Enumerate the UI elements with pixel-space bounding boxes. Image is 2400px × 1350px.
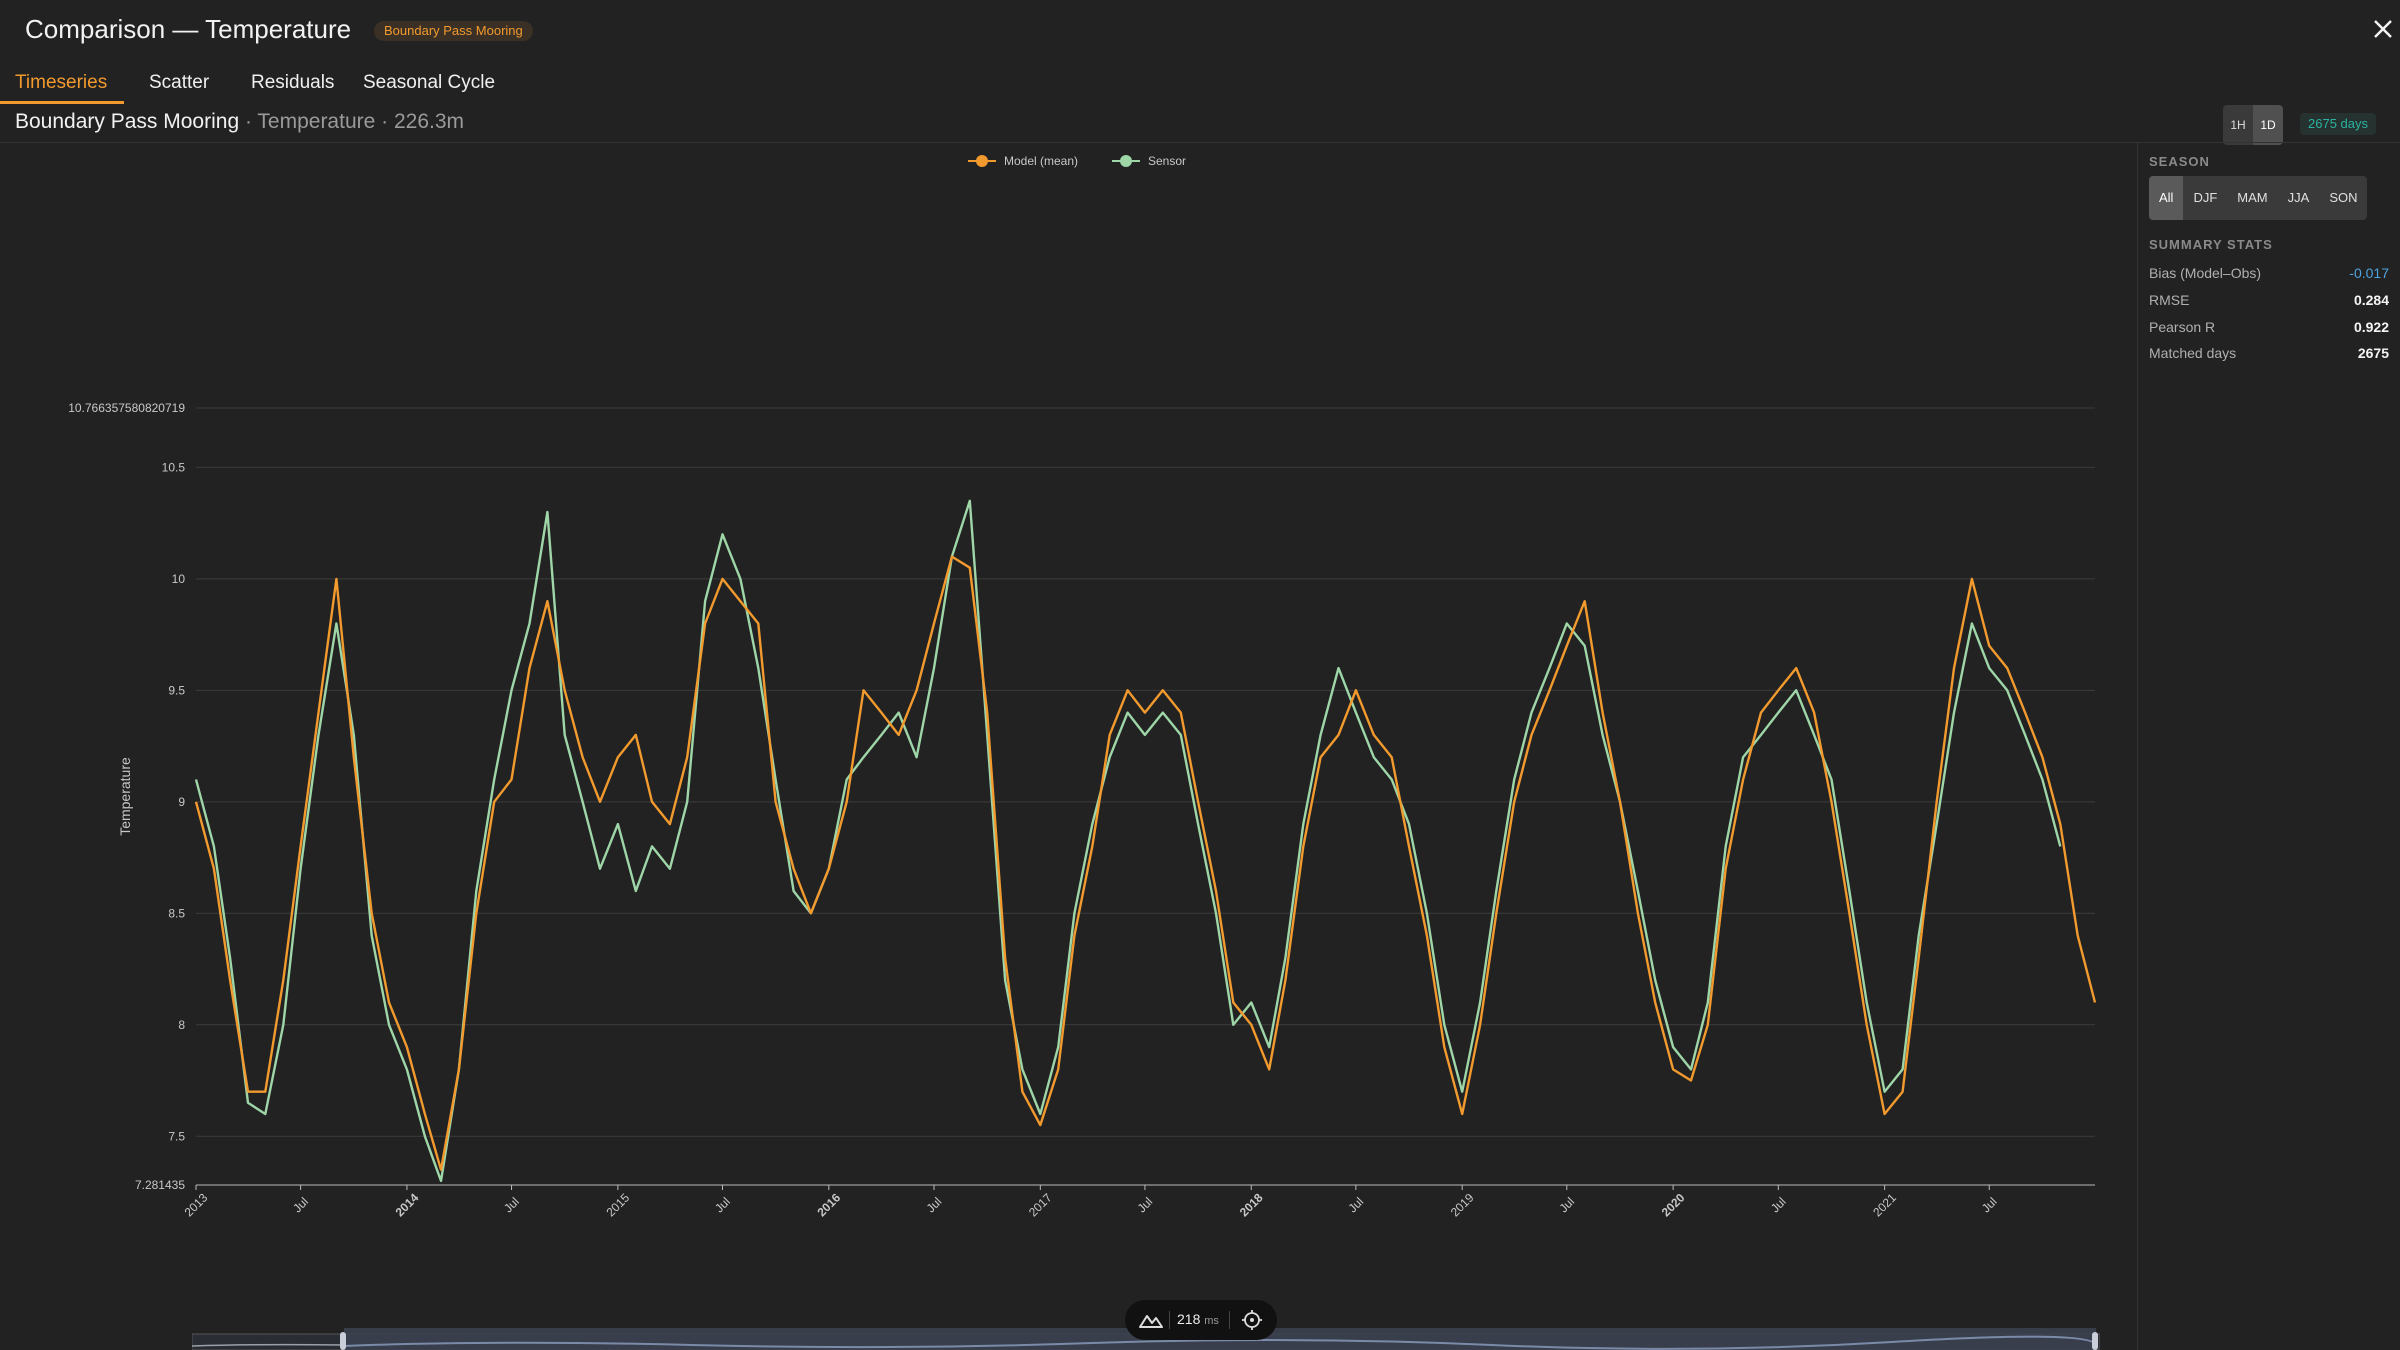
- season-label: SEASON: [2149, 154, 2210, 169]
- stat-value: -0.017: [2349, 265, 2389, 281]
- stat-row-pearson: Pearson R 0.922: [2149, 319, 2389, 343]
- timer-value: 218: [1177, 1311, 1201, 1327]
- x-tick-label: 2017: [1026, 1190, 1055, 1219]
- x-tick-label: 2018: [1237, 1190, 1266, 1219]
- legend-label-model: Model (mean): [1004, 154, 1078, 168]
- stat-value: 0.284: [2353, 292, 2389, 308]
- stat-value: 2675: [2357, 345, 2389, 361]
- mountain-icon: [1139, 1315, 1163, 1328]
- tab-timeseries[interactable]: Timeseries: [15, 72, 107, 94]
- y-tick-label: 7.281435: [135, 1178, 185, 1192]
- legend-marker: [976, 155, 988, 167]
- station-name: Boundary Pass Mooring: [15, 110, 240, 133]
- chart-subtitle: Boundary Pass Mooring · Temperature · 22…: [15, 110, 464, 134]
- variable-depth: · Temperature · 226.3m: [239, 110, 465, 133]
- x-tick-label: 2015: [603, 1190, 632, 1219]
- stat-row-bias: Bias (Model–Obs) -0.017: [2149, 265, 2389, 289]
- season-son-button[interactable]: SON: [2319, 176, 2367, 220]
- render-timer: 218 ms: [1125, 1300, 1277, 1340]
- x-tick-label: Jul: [1345, 1195, 1366, 1216]
- season-selector: All DJF MAM JJA SON: [2149, 176, 2368, 220]
- page-title: Comparison — Temperature: [25, 14, 352, 44]
- x-tick-label: Jul: [712, 1195, 733, 1216]
- station-badge: Boundary Pass Mooring: [374, 21, 533, 41]
- x-tick-label: 2014: [393, 1190, 422, 1219]
- x-tick-label: Jul: [290, 1195, 311, 1216]
- tab-seasonal-cycle[interactable]: Seasonal Cycle: [363, 72, 495, 94]
- y-axis-label: Temperature: [117, 757, 133, 836]
- series-line-sensor: [194, 499, 2062, 1183]
- season-mam-button[interactable]: MAM: [2227, 176, 2277, 220]
- x-tick-label: Jul: [1768, 1195, 1789, 1216]
- x-tick-label: 2019: [1448, 1190, 1477, 1219]
- y-tick-label: 9.5: [168, 683, 185, 697]
- close-icon: [2374, 20, 2392, 38]
- season-jja-button[interactable]: JJA: [2278, 176, 2320, 220]
- stat-name: Pearson R: [2149, 319, 2216, 335]
- x-tick-label: 2013: [182, 1190, 211, 1219]
- y-tick-label: 10: [172, 572, 186, 586]
- x-tick-label: Jul: [924, 1195, 945, 1216]
- days-count-badge: 2675 days: [2300, 113, 2376, 135]
- resolution-1h-button[interactable]: 1H: [2223, 105, 2253, 145]
- active-tab-indicator: [0, 101, 124, 104]
- header: Comparison — Temperature Boundary Pass M…: [0, 0, 2400, 60]
- stat-name: Matched days: [2149, 345, 2237, 361]
- x-tick-label: 2020: [1659, 1190, 1688, 1219]
- x-tick-label: Jul: [501, 1195, 522, 1216]
- brush-handle-right: [2092, 1332, 2098, 1350]
- brush-handle-left: [340, 1332, 346, 1350]
- resolution-1d-button[interactable]: 1D: [2253, 105, 2283, 145]
- resolution-toggle: 1H 1D: [2223, 105, 2283, 145]
- stat-row-rmse: RMSE 0.284: [2149, 292, 2389, 316]
- stat-row-matched-days: Matched days 2675: [2149, 345, 2389, 369]
- y-tick-label: 10.766357580820719: [68, 401, 185, 415]
- tab-residuals[interactable]: Residuals: [251, 72, 334, 94]
- season-djf-button[interactable]: DJF: [2183, 176, 2227, 220]
- season-all-button[interactable]: All: [2149, 176, 2184, 220]
- y-tick-label: 8: [178, 1018, 185, 1032]
- stat-name: Bias (Model–Obs): [2149, 265, 2262, 281]
- timer-unit: ms: [1204, 1315, 1219, 1327]
- legend-marker: [1120, 155, 1132, 167]
- summary-stats-label: SUMMARY STATS: [2149, 237, 2273, 252]
- y-tick-label: 9: [178, 795, 185, 809]
- y-tick-label: 7.5: [168, 1129, 185, 1143]
- legend-label-sensor: Sensor: [1148, 154, 1186, 168]
- x-tick-label: 2016: [814, 1190, 843, 1219]
- y-tick-label: 10.5: [162, 460, 186, 474]
- x-tick-label: Jul: [1979, 1195, 2000, 1216]
- stat-name: RMSE: [2149, 292, 2190, 308]
- y-tick-label: 8.5: [168, 906, 185, 920]
- x-tick-label: 2021: [1870, 1190, 1899, 1219]
- close-button[interactable]: [2366, 12, 2400, 46]
- x-tick-label: Jul: [1135, 1195, 1156, 1216]
- x-tick-label: Jul: [1556, 1195, 1577, 1216]
- stat-value: 0.922: [2353, 319, 2389, 335]
- tab-scatter[interactable]: Scatter: [149, 72, 209, 94]
- timeseries-chart[interactable]: 7.281435 7.5 8 8.5 9 9.5 10 10.5 10.766357580820…: [0, 143, 2136, 1350]
- stats-sidebar: SEASON All DJF MAM JJA SON SUMMARY STATS…: [2137, 143, 2400, 1350]
- crosshair-icon[interactable]: [1241, 1309, 1263, 1331]
